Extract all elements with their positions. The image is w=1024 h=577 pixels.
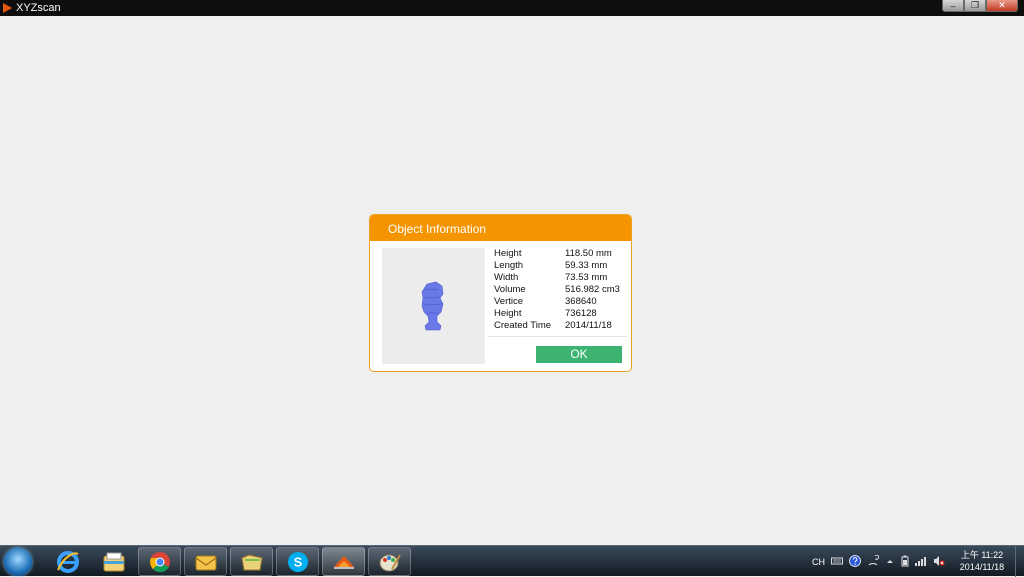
taskbar: S CH 上午 11:22 2014/11/18	[0, 545, 1024, 577]
title-bar: XYZscan – ❐ ✕	[0, 0, 1024, 16]
object-info-table: Height 118.50 mm Length 59.33 mm Width 73.5…	[494, 248, 626, 332]
taskbar-folder[interactable]	[230, 547, 273, 576]
chevron-up-icon[interactable]	[885, 557, 895, 567]
info-row: Volume 516.982 cm3	[494, 284, 626, 296]
folder-icon	[240, 553, 263, 570]
system-tray: CH	[812, 546, 951, 577]
paint-icon	[379, 554, 401, 571]
model-thumbnail-icon	[421, 281, 444, 331]
info-value: 2014/11/18	[565, 320, 612, 331]
file-explorer-icon	[103, 552, 124, 571]
info-row: Length 59.33 mm	[494, 260, 626, 272]
info-label: Length	[494, 260, 524, 271]
chrome-icon	[149, 551, 170, 572]
xyzscan-icon	[333, 555, 354, 569]
skype-glyph: S	[293, 554, 302, 569]
signal-icon[interactable]	[915, 556, 927, 568]
minimize-button[interactable]: –	[942, 0, 964, 12]
system-clock[interactable]: 上午 11:22 2014/11/18	[952, 549, 1012, 573]
taskbar-ie[interactable]	[46, 547, 89, 576]
divider	[488, 336, 627, 337]
clock-time: 上午 11:22	[960, 550, 1004, 560]
taskbar-chrome[interactable]	[138, 547, 181, 576]
info-value: 73.53 mm	[565, 272, 608, 283]
skype-icon: S	[287, 551, 308, 572]
start-button[interactable]	[4, 548, 32, 576]
info-value: 736128	[565, 308, 597, 319]
ok-button[interactable]: OK	[536, 346, 622, 363]
info-row: Width 73.53 mm	[494, 272, 626, 284]
info-value: 516.982 cm3	[565, 284, 620, 295]
info-value: 118.50 mm	[565, 248, 612, 259]
maximize-button[interactable]: ❐	[964, 0, 986, 12]
info-value: 368640	[565, 296, 597, 307]
mail-icon	[195, 555, 216, 570]
info-label: Vertice	[494, 296, 524, 307]
taskbar-explorer[interactable]	[92, 547, 135, 576]
show-desktop-button[interactable]	[1015, 546, 1024, 577]
taskbar-mail[interactable]	[184, 547, 227, 576]
volume-muted-icon[interactable]	[933, 555, 945, 569]
close-button[interactable]: ✕	[986, 0, 1018, 12]
info-label: Height	[494, 248, 522, 259]
taskbar-paint[interactable]	[368, 547, 411, 576]
dialog-title: Object Information	[370, 215, 631, 241]
info-value: 59.33 mm	[565, 260, 608, 271]
internet-explorer-icon	[56, 550, 79, 573]
taskbar-skype[interactable]: S	[276, 547, 319, 576]
clock-date: 2014/11/18	[959, 562, 1005, 572]
battery-icon[interactable]	[901, 555, 909, 569]
window-title: XYZscan	[16, 2, 61, 14]
object-information-dialog: Object Information Height 118.50 mm Lengt…	[369, 214, 632, 372]
model-preview	[382, 248, 485, 364]
info-row: Created Time 2014/11/18	[494, 320, 626, 332]
info-row: Height 736128	[494, 308, 626, 320]
window-controls: – ❐ ✕	[942, 0, 1018, 12]
help-icon[interactable]	[849, 554, 861, 569]
info-label: Height	[494, 308, 522, 319]
wifi-help-icon[interactable]	[867, 554, 880, 569]
info-label: Volume	[494, 284, 526, 295]
xyzscan-app-icon	[3, 3, 12, 13]
keyboard-icon[interactable]	[831, 556, 843, 568]
info-row: Height 118.50 mm	[494, 248, 626, 260]
info-label: Width	[494, 272, 519, 283]
taskbar-xyzscan[interactable]	[322, 547, 365, 576]
info-row: Vertice 368640	[494, 296, 626, 308]
info-label: Created Time	[494, 320, 552, 331]
language-indicator[interactable]: CH	[812, 557, 825, 567]
